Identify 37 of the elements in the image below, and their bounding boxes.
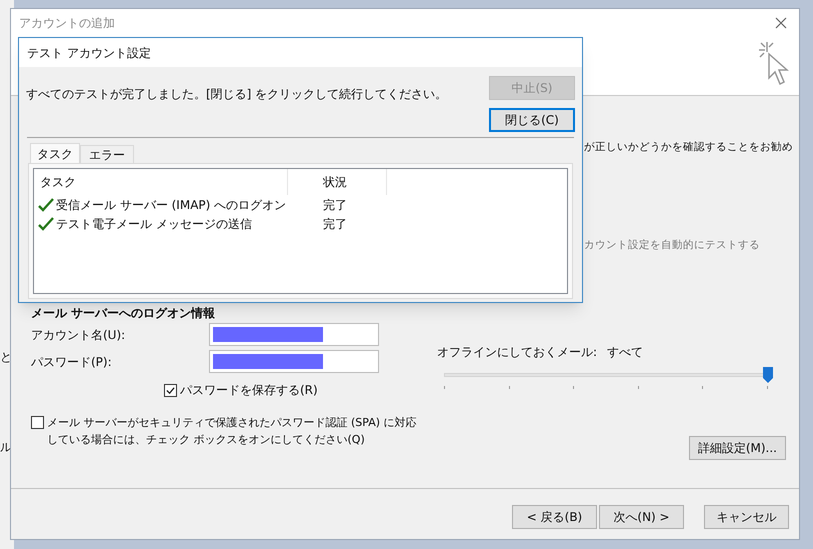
- wizard-button[interactable]: キャンセル: [704, 505, 789, 529]
- checkbox[interactable]: [31, 416, 44, 429]
- window-title: アカウントの追加: [19, 15, 115, 32]
- checkbox-label[interactable]: パスワードを保存する(R): [180, 381, 318, 399]
- input-field[interactable]: [209, 323, 379, 346]
- advanced-settings-button[interactable]: 詳細設定(M)...: [688, 436, 786, 460]
- dialog-title: テスト アカウント設定: [27, 44, 151, 62]
- tick-mark: [573, 386, 574, 389]
- task-name: 受信メール サーバー (IMAP) へのログオン: [56, 196, 286, 214]
- slider-thumb[interactable]: [763, 367, 773, 383]
- close-icon[interactable]: [775, 17, 787, 29]
- wizard-button[interactable]: 次へ(N) >: [599, 505, 684, 529]
- tick-mark: [444, 386, 445, 389]
- status-message: すべてのテストが完了しました。[閉じる] をクリックして続行してください。: [26, 86, 448, 103]
- tab[interactable]: タスク: [30, 143, 80, 163]
- field-label: アカウント名(U):: [31, 326, 126, 344]
- checkbox[interactable]: [164, 384, 177, 396]
- section-heading: メール サーバーへのログオン情報: [31, 305, 216, 321]
- sparkle-cursor-icon: [757, 40, 791, 88]
- tab[interactable]: エラー: [80, 145, 134, 163]
- text-fragment: と: [0, 349, 13, 365]
- input-field[interactable]: [209, 350, 379, 373]
- wizard-button[interactable]: < 戻る(B): [512, 505, 597, 529]
- instruction-text: が正しいかどうかを確認することをお勧め: [584, 140, 793, 155]
- option-text: カウント設定を自動的にテストする: [584, 238, 760, 253]
- offline-mail-value: すべて: [607, 344, 644, 361]
- task-name: テスト電子メール メッセージの送信: [56, 216, 252, 232]
- column-header: 状況: [288, 169, 387, 195]
- task-status: 完了: [322, 196, 347, 214]
- offline-mail-label: オフラインにしておくメール:: [437, 344, 598, 361]
- checkbox-label[interactable]: メール サーバーがセキュリティで保護されたパスワード認証 (SPA) に対応している場合には、チェック ボックスをオンにしてください(Q): [47, 414, 421, 448]
- tick-mark: [638, 386, 639, 389]
- task-status: 完了: [322, 216, 347, 232]
- column-header: タスク: [34, 169, 288, 195]
- dialog-button[interactable]: 閉じる(C): [489, 108, 575, 132]
- field-label: パスワード(P):: [31, 354, 113, 370]
- tick-mark: [766, 386, 768, 389]
